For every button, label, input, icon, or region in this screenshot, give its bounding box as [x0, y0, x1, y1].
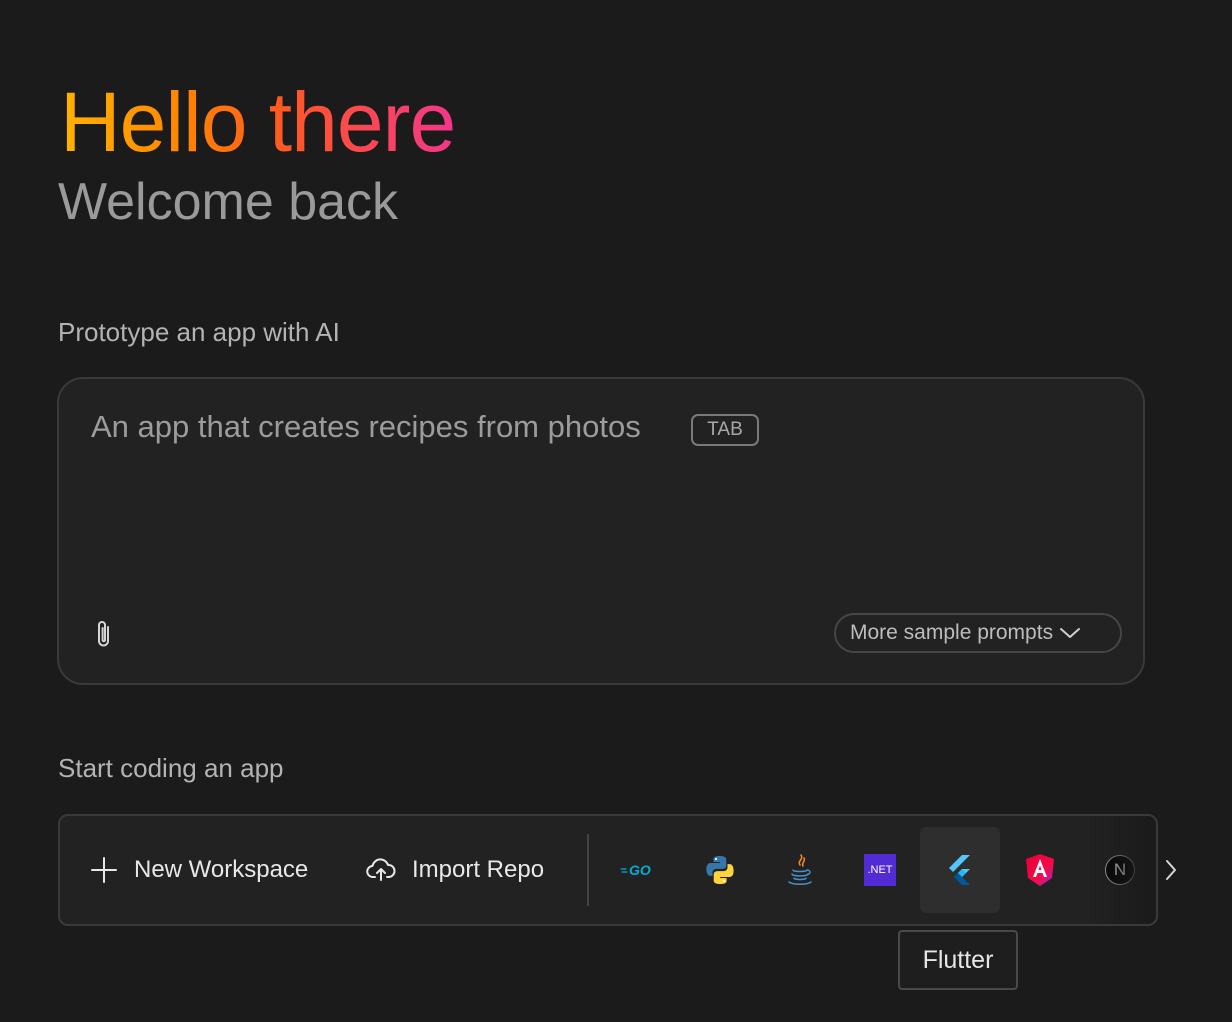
cloud-upload-icon: [366, 858, 396, 882]
template-java[interactable]: [760, 827, 840, 913]
attach-file-button[interactable]: [89, 617, 119, 651]
more-sample-prompts-button[interactable]: More sample prompts: [834, 613, 1122, 653]
more-sample-prompts-label: More sample prompts: [850, 621, 1054, 644]
tab-key-hint: TAB: [691, 414, 759, 446]
paperclip-icon: [98, 621, 109, 647]
chevron-down-icon: [1059, 626, 1081, 640]
coding-section-label: Start coding an app: [58, 753, 284, 783]
template-python[interactable]: [680, 827, 760, 913]
dotnet-icon: .NET: [864, 854, 896, 886]
template-angular[interactable]: [1000, 827, 1080, 913]
hero-title: Hello there: [60, 75, 456, 169]
prototype-section-label: Prototype an app with AI: [58, 317, 340, 347]
angular-icon: [1026, 854, 1054, 886]
java-icon: [788, 854, 812, 885]
python-icon: [706, 856, 734, 884]
prompt-placeholder: An app that creates recipes from photos: [91, 409, 641, 444]
new-workspace-button[interactable]: New Workspace: [90, 816, 308, 924]
start-coding-bar: New Workspace Import Repo GO .NET N: [58, 814, 1158, 926]
new-workspace-label: New Workspace: [134, 856, 309, 883]
go-icon: GO: [620, 862, 651, 878]
plus-icon: [90, 856, 118, 884]
hero-subtitle: Welcome back: [58, 173, 399, 231]
template-tooltip: Flutter: [898, 930, 1018, 990]
template-flutter[interactable]: [920, 827, 1000, 913]
template-go[interactable]: GO: [600, 827, 680, 913]
import-repo-button[interactable]: Import Repo: [366, 816, 544, 924]
prompt-input[interactable]: An app that creates recipes from photos …: [57, 377, 1145, 685]
home-page: Hello there Welcome back Prototype an ap…: [0, 0, 1232, 1022]
template-dotnet[interactable]: .NET: [840, 827, 920, 913]
nextjs-icon: N: [1105, 855, 1135, 885]
import-repo-label: Import Repo: [412, 856, 545, 883]
chevron-right-icon: [1166, 860, 1176, 880]
toolbar-divider: [587, 834, 589, 906]
templates-next-button[interactable]: [1158, 852, 1184, 888]
flutter-icon: [949, 855, 970, 885]
template-nextjs[interactable]: N: [1080, 827, 1156, 913]
svg-text:GO: GO: [629, 862, 651, 878]
